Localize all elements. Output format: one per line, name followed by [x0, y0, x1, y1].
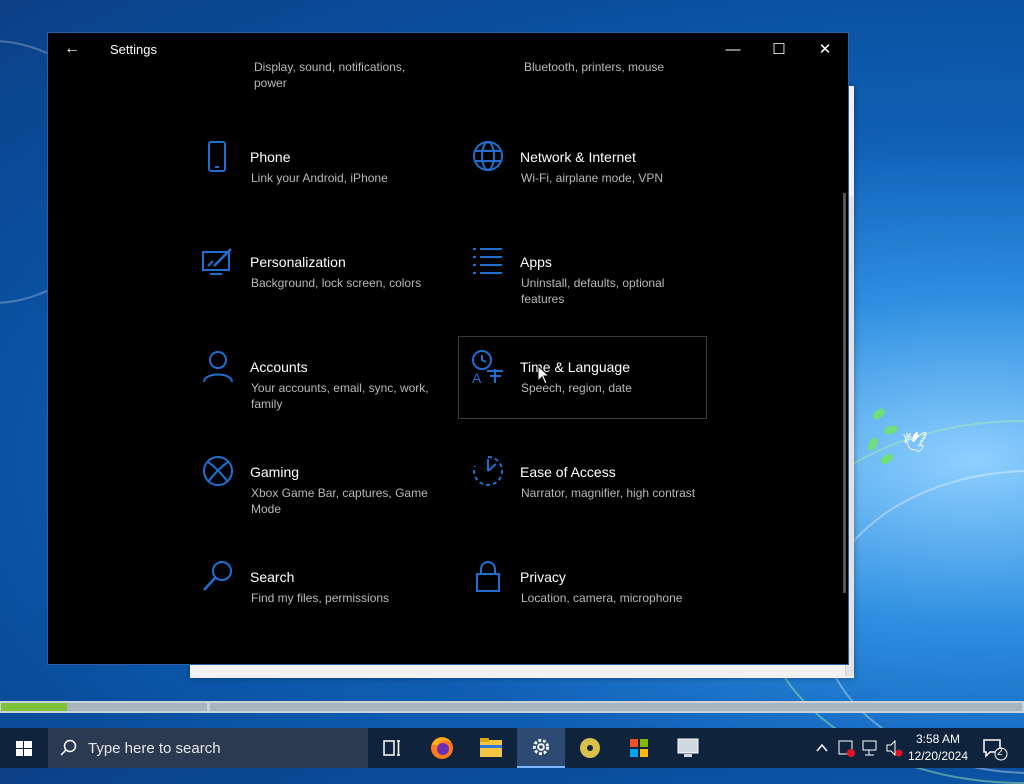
- system-tile-desc: Display, sound, notifications, power: [254, 60, 406, 90]
- phone-icon: [208, 141, 226, 172]
- title-bar: ← Settings — ☐ ✕: [48, 33, 848, 67]
- tile-name: Search: [250, 569, 295, 585]
- show-hidden-icons-chevron-icon[interactable]: [812, 728, 832, 768]
- tile-ease-of-access[interactable]: Ease of Access Narrator, magnifier, high…: [470, 454, 720, 536]
- tile-desc: Xbox Game Bar, captures, Game Mode: [251, 486, 428, 516]
- remote-desktop-icon[interactable]: [664, 728, 712, 768]
- window-title: Settings: [110, 42, 157, 57]
- back-arrow-icon[interactable]: ←: [62, 39, 82, 59]
- tile-desc: Find my files, permissions: [251, 591, 390, 605]
- tile-gaming[interactable]: Gaming Xbox Game Bar, captures, Game Mod…: [200, 454, 450, 536]
- clock-date: 12/20/2024: [907, 749, 969, 763]
- settings-window: ← Settings — ☐ ✕ Display, sound, notific…: [47, 32, 849, 665]
- clock-time: 3:58 AM: [915, 732, 961, 746]
- tile-desc: Link your Android, iPhone: [251, 171, 388, 185]
- tile-name: Phone: [250, 149, 291, 165]
- tile-desc: Location, camera, microphone: [521, 591, 683, 605]
- bird-icon: 🕊: [902, 432, 928, 454]
- tile-name: Ease of Access: [520, 464, 616, 480]
- settings-scrollbar[interactable]: [843, 193, 846, 593]
- tile-name: Gaming: [250, 464, 300, 480]
- tile-name: Personalization: [250, 254, 346, 270]
- network-disconnected-icon[interactable]: [860, 728, 880, 768]
- tile-desc: Narrator, magnifier, high contrast: [521, 486, 696, 500]
- tile-phone[interactable]: Phone Link your Android, iPhone: [200, 139, 450, 221]
- maximize-button[interactable]: ☐: [756, 33, 802, 67]
- tile-desc: Your accounts, email, sync, work, family: [251, 381, 429, 411]
- taskbar-clock[interactable]: 3:58 AM 12/20/2024: [902, 731, 974, 765]
- close-button[interactable]: ✕: [802, 33, 848, 67]
- progress-fill: [1, 703, 67, 711]
- security-alert-icon[interactable]: [836, 728, 856, 768]
- search-icon: [203, 561, 232, 591]
- settings-gear-icon[interactable]: [517, 728, 565, 768]
- tile-time-language[interactable]: A Time & Language Speech, region, date: [470, 349, 720, 431]
- tile-name: Network & Internet: [520, 149, 636, 165]
- volume-muted-icon[interactable]: [884, 728, 904, 768]
- tile-accounts[interactable]: Accounts Your accounts, email, sync, wor…: [200, 349, 450, 431]
- progress-strip: [0, 701, 1024, 713]
- tile-name: Apps: [520, 254, 552, 270]
- xbox-icon: [203, 456, 233, 486]
- taskbar-search-box[interactable]: Type here to search: [48, 728, 368, 768]
- apps-list-icon: [473, 248, 502, 274]
- tile-desc: Wi-Fi, airplane mode, VPN: [521, 171, 664, 185]
- tile-search[interactable]: Search Find my files, permissions: [200, 559, 450, 641]
- windows-start-icon[interactable]: [0, 728, 48, 768]
- search-icon: [60, 739, 77, 756]
- mouse-cursor-icon: [537, 365, 551, 385]
- tile-desc: Uninstall, defaults, optional features: [521, 276, 665, 306]
- windows-flag-icon[interactable]: [615, 728, 663, 768]
- ease-of-access-icon: [473, 455, 504, 486]
- progress-track-secondary: [210, 703, 1022, 711]
- person-icon: [203, 351, 233, 383]
- tile-name: Privacy: [520, 569, 566, 585]
- notification-count: 2: [997, 747, 1003, 758]
- time-language-icon: A: [472, 350, 503, 385]
- tile-name: Accounts: [250, 359, 308, 375]
- minimize-button[interactable]: —: [710, 33, 756, 67]
- action-center-icon[interactable]: 2: [980, 728, 1010, 768]
- globe-icon: [473, 141, 503, 171]
- firefox-icon[interactable]: [418, 728, 466, 768]
- svg-text:A: A: [472, 370, 482, 385]
- tile-privacy[interactable]: Privacy Location, camera, microphone: [470, 559, 720, 641]
- dvd-drive-icon[interactable]: [566, 728, 614, 768]
- lock-icon: [476, 561, 500, 592]
- tile-desc: Background, lock screen, colors: [251, 276, 422, 290]
- personalization-icon: [202, 248, 232, 275]
- tile-apps[interactable]: Apps Uninstall, defaults, optional featu…: [470, 244, 720, 326]
- tile-network-internet[interactable]: Network & Internet Wi-Fi, airplane mode,…: [470, 139, 720, 221]
- search-placeholder: Type here to search: [88, 740, 221, 757]
- task-view-icon[interactable]: [368, 728, 416, 768]
- tile-personalization[interactable]: Personalization Background, lock screen,…: [200, 244, 450, 326]
- file-explorer-icon[interactable]: [467, 728, 515, 768]
- devices-tile-desc: Bluetooth, printers, mouse: [524, 60, 665, 74]
- taskbar: Type here to search 3:58 AM 12/20/2024 2: [0, 728, 1024, 768]
